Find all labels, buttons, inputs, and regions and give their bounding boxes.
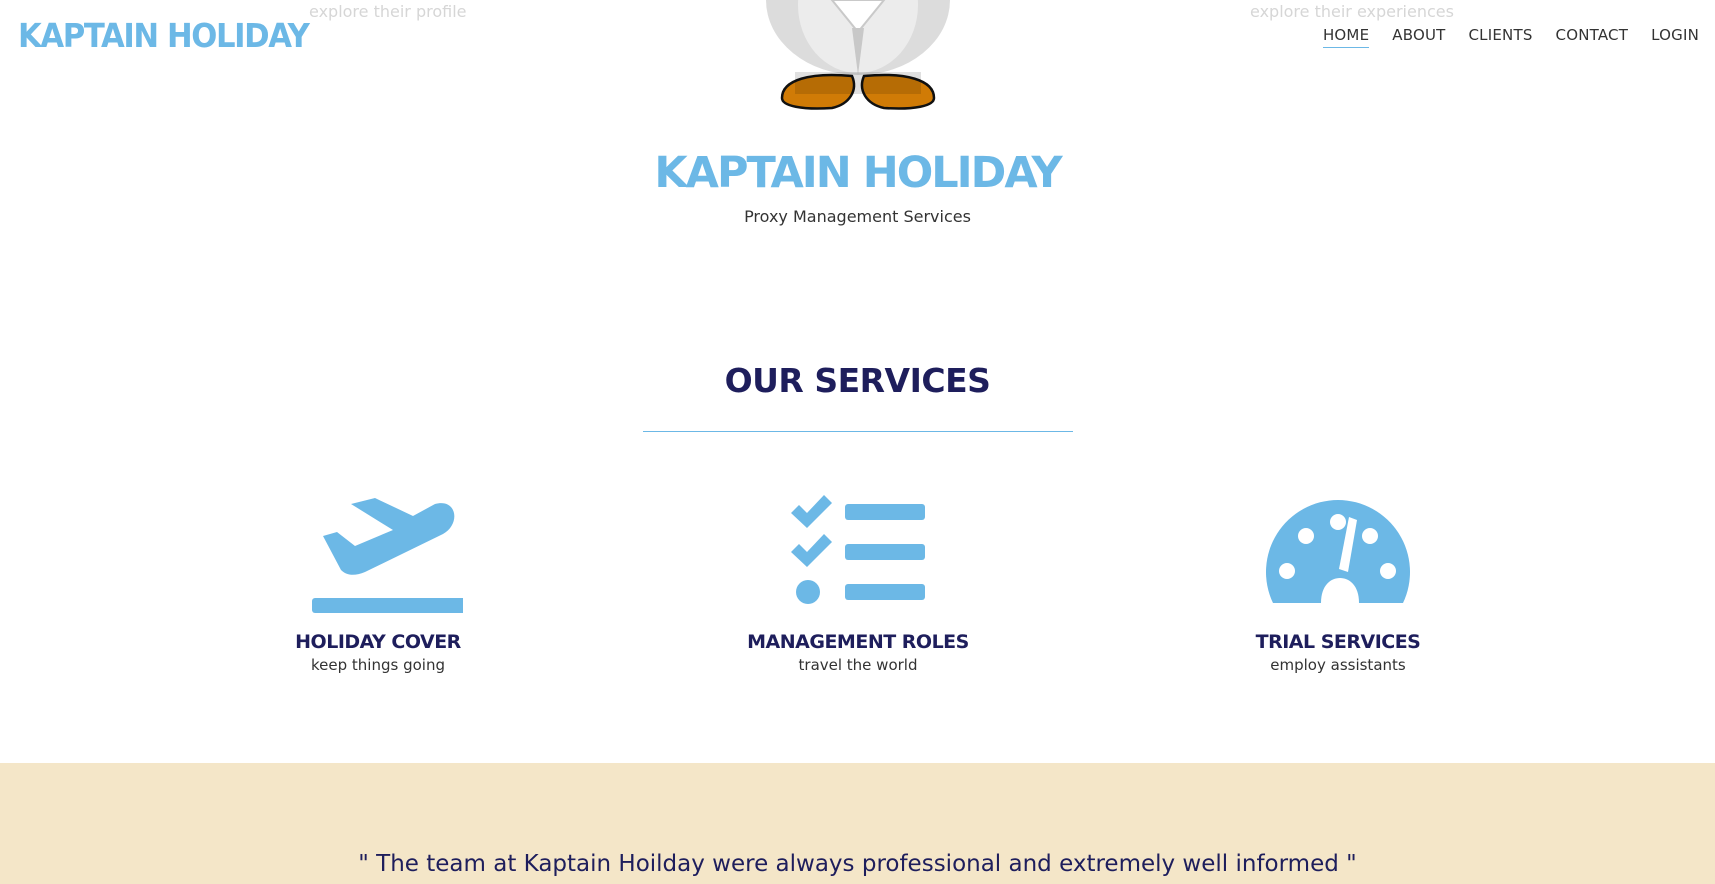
navbar: KAPTAIN HOLIDAY HOME ABOUT CLIENTS CONTA… [0,0,1715,72]
testimonial-quote: " The team at Kaptain Hoilday were alway… [358,851,1357,877]
service-title: TRIAL SERVICES [1255,631,1421,653]
main-nav: HOME ABOUT CLIENTS CONTACT LOGIN [1322,26,1699,48]
nav-home-link[interactable]: HOME [1322,26,1370,48]
speedometer-icon [1266,500,1410,603]
nav-about-link[interactable]: ABOUT [1392,26,1445,48]
service-holiday-cover: HOLIDAY COVER keep things going [228,490,528,674]
service-trial-services: TRIAL SERVICES employ assistants [1188,490,1488,674]
nav-contact-link[interactable]: CONTACT [1556,26,1629,48]
service-subtitle: keep things going [311,656,445,674]
nav-clients-link[interactable]: CLIENTS [1469,26,1533,48]
page: explore their profile explore their expe… [0,0,1715,884]
service-subtitle: travel the world [798,656,918,674]
services-heading: OUR SERVICES [724,361,991,400]
hero-title: KAPTAIN HOLIDAY [654,148,1062,198]
checklist-icon [791,495,925,604]
services-divider [643,431,1073,432]
service-subtitle: employ assistants [1270,656,1406,674]
nav-login-link[interactable]: LOGIN [1651,26,1699,48]
testimonial-section: " The team at Kaptain Hoilday were alway… [0,763,1715,884]
plane-departure-icon [312,498,463,613]
service-title: MANAGEMENT ROLES [747,631,969,653]
hero-subtitle: Proxy Management Services [744,207,971,226]
service-management-roles: MANAGEMENT ROLES travel the world [708,490,1008,674]
brand-logo[interactable]: KAPTAIN HOLIDAY [18,16,310,55]
service-title: HOLIDAY COVER [295,631,461,653]
